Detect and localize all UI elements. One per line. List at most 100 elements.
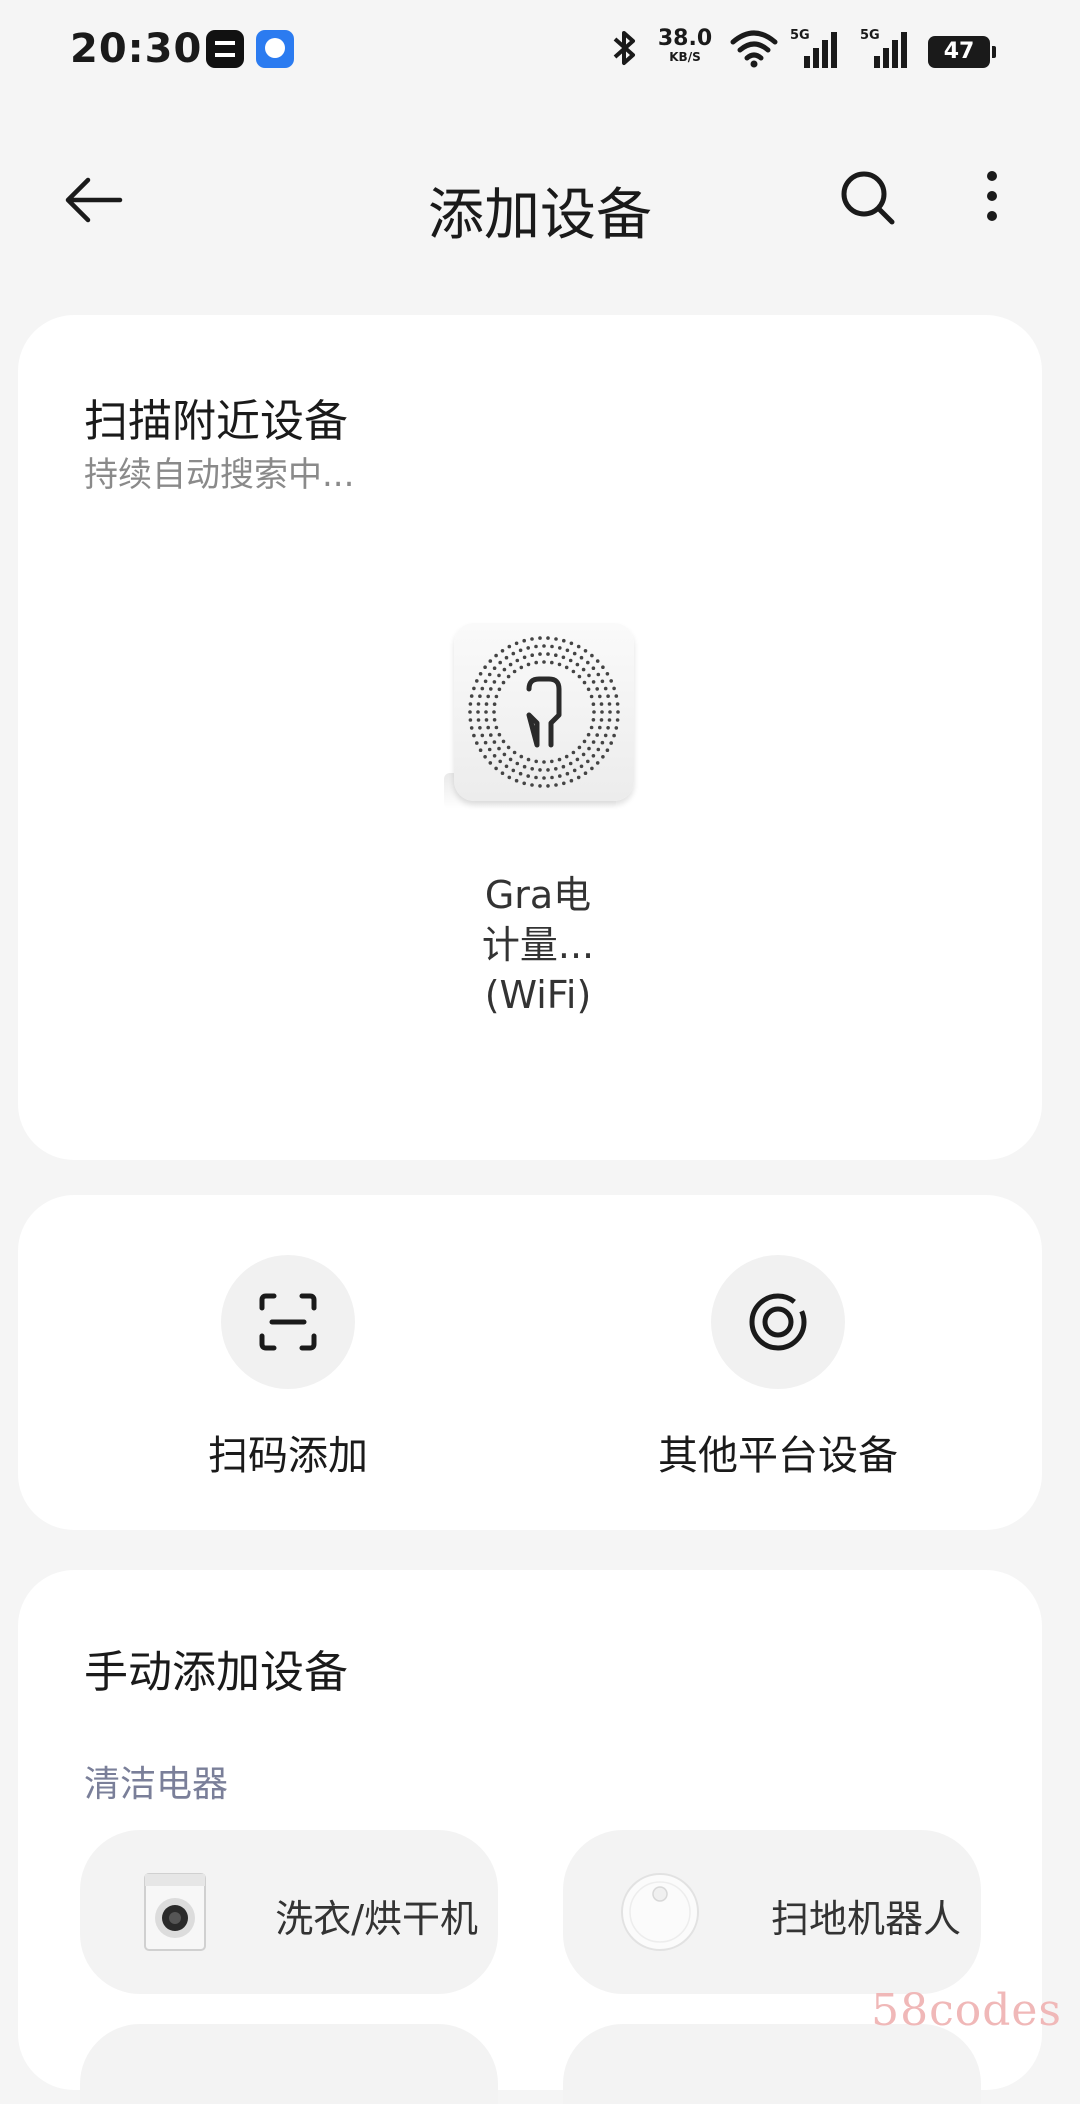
speaker-dot: [542, 760, 546, 764]
speaker-dot: [561, 655, 566, 660]
more-options-icon[interactable]: [962, 166, 1022, 230]
speaker-dot: [514, 641, 519, 646]
speaker-dot: [534, 660, 538, 665]
speaker-dot: [576, 775, 581, 780]
speaker-dot: [571, 750, 576, 755]
speaker-dot: [506, 674, 511, 679]
speaker-dot: [518, 771, 523, 776]
speaker-dot: [577, 674, 582, 679]
speaker-dot: [572, 651, 577, 656]
speaker-dot: [586, 660, 590, 665]
speaker-dot: [522, 764, 527, 769]
speaker-dot: [511, 768, 516, 773]
speaker-dot: [492, 666, 497, 670]
device-type-robot-vacuum[interactable]: 扫地机器人: [563, 1830, 981, 1994]
device-type-tile-next-2[interactable]: [563, 2024, 981, 2104]
speaker-dot: [554, 637, 558, 641]
speaker-dot: [565, 648, 570, 653]
scan-code-icon: [221, 1255, 355, 1389]
speaker-dot: [589, 694, 594, 699]
speaker-dot: [515, 761, 520, 766]
speaker-dot: [542, 660, 546, 664]
speaker-dot: [609, 741, 613, 745]
speaker-dot: [612, 686, 616, 691]
speaker-dot: [478, 726, 482, 730]
scan-code-add-button[interactable]: 扫码添加: [88, 1255, 488, 1481]
speaker-dot: [564, 754, 569, 759]
speaker-dot: [550, 644, 554, 649]
speaker-dot: [497, 687, 502, 692]
speaker-dot: [609, 679, 613, 683]
speaker-dot: [546, 636, 550, 640]
speaker-dot: [590, 653, 594, 658]
speaker-dot: [546, 652, 550, 656]
speaker-dot: [558, 646, 562, 650]
speaker-dot: [530, 653, 534, 657]
speaker-dot: [469, 726, 474, 730]
top-nav-bar: 添加设备: [0, 130, 1080, 270]
speaker-dot: [498, 759, 502, 764]
speaker-dot: [571, 669, 576, 674]
speaker-dot: [591, 754, 596, 758]
speaker-dot: [554, 783, 558, 787]
speaker-dot: [530, 767, 534, 771]
speaker-dot: [561, 764, 566, 769]
speaker-dot: [581, 752, 586, 757]
speaker-dot: [615, 718, 620, 722]
speaker-dot: [489, 733, 493, 737]
speaker-dot: [565, 771, 570, 776]
speaker-dot: [475, 679, 479, 683]
speaker-dot: [488, 659, 493, 663]
scan-nearby-title: 扫描附近设备: [84, 396, 348, 447]
speaker-dot: [591, 666, 596, 670]
speaker-dot: [468, 710, 472, 714]
speaker-dot: [497, 673, 501, 678]
speaker-dot: [603, 686, 608, 691]
speaker-dot: [468, 702, 473, 706]
search-icon[interactable]: [836, 166, 900, 230]
speaker-dot: [497, 732, 502, 737]
speaker-dot: [475, 741, 479, 745]
speaker-dot: [542, 644, 546, 648]
speaker-dot: [575, 757, 580, 762]
device-type-washer-dryer[interactable]: 洗衣/烘干机: [80, 1830, 498, 1994]
network-speed: 38.0 KB/S: [657, 26, 713, 65]
wifi-icon: [730, 30, 778, 72]
speaker-dot: [562, 638, 566, 643]
speaker-dot: [483, 665, 487, 669]
speaker-dot: [599, 702, 604, 706]
speaker-dot: [469, 694, 474, 698]
speaker-dot: [483, 740, 488, 745]
speaker-dot: [526, 646, 530, 650]
other-platform-icon: [711, 1255, 845, 1389]
device-name-line-1: Gra电: [484, 873, 592, 917]
speaker-dot: [504, 764, 509, 769]
speaker-dot: [519, 754, 524, 759]
speaker-dot: [538, 768, 542, 772]
speaker-dot: [492, 702, 497, 706]
other-platform-devices-button[interactable]: 其他平台设备: [578, 1255, 978, 1481]
speaker-dot: [489, 687, 493, 691]
speaker-dot: [568, 658, 573, 663]
speaker-dot: [526, 774, 530, 778]
speaker-dot: [476, 710, 480, 714]
speaker-dot: [492, 680, 497, 684]
device-type-tile-next-1[interactable]: [80, 2024, 498, 2104]
speaker-dot: [492, 718, 497, 722]
discovered-device-image[interactable]: [436, 623, 634, 823]
speaker-dot: [530, 637, 534, 641]
speaker-dot: [522, 655, 527, 660]
speaker-dot: [483, 755, 487, 759]
speaker-dot: [483, 679, 488, 684]
speaker-dot: [484, 702, 489, 706]
speaker-dot: [576, 644, 581, 649]
speaker-dot: [550, 775, 554, 780]
speaker-dot: [534, 759, 538, 764]
speaker-dot: [502, 667, 507, 672]
speaker-dot: [615, 702, 620, 706]
speaker-dot: [587, 673, 591, 678]
speaker-dot: [511, 651, 516, 656]
speaker-dot: [542, 776, 546, 780]
speaker-dot: [494, 694, 499, 699]
discovered-device-name[interactable]: Gra电 计量... (WiFi): [398, 870, 678, 1020]
